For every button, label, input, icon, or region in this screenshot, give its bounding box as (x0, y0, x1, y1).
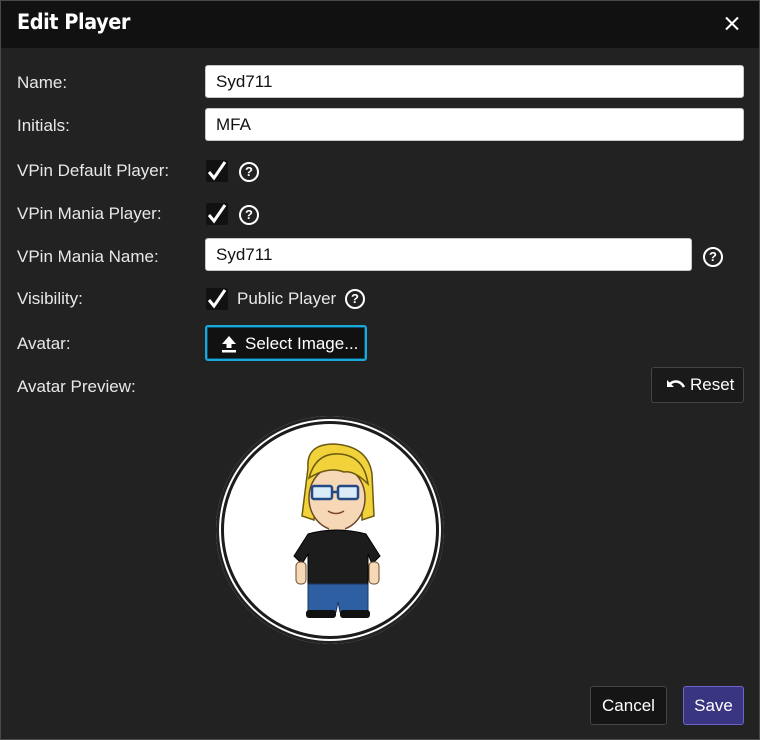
help-icon[interactable]: ? (703, 247, 723, 267)
select-image-label: Select Image... (245, 334, 359, 353)
cancel-button[interactable]: Cancel (590, 686, 667, 725)
vpin-default-player-label: VPin Default Player: (17, 161, 170, 180)
public-player-label: Public Player (237, 289, 337, 308)
close-icon[interactable] (721, 13, 743, 35)
visibility-label: Visibility: (17, 289, 83, 308)
vpin-mania-name-input[interactable]: Syd711 (205, 238, 692, 271)
vpin-mania-name-label: VPin Mania Name: (17, 247, 159, 266)
vpin-mania-player-label: VPin Mania Player: (17, 204, 162, 223)
dialog-title: Edit Player (17, 10, 131, 34)
title-bar: Edit Player (1, 1, 759, 48)
public-player-checkbox[interactable] (206, 288, 228, 310)
edit-player-dialog: Edit Player Name: Syd711 Initials: MFA V… (0, 0, 760, 740)
reset-button[interactable]: Reset (651, 367, 744, 403)
avatar-character-image (293, 443, 381, 618)
avatar-preview (216, 416, 444, 644)
save-label: Save (694, 696, 733, 715)
checkmark-icon (207, 204, 227, 224)
avatar-label: Avatar: (17, 334, 71, 353)
avatar-preview-label: Avatar Preview: (17, 377, 136, 396)
help-icon[interactable]: ? (345, 289, 365, 309)
help-icon[interactable]: ? (239, 205, 259, 225)
upload-icon (222, 336, 236, 353)
help-icon[interactable]: ? (239, 162, 259, 182)
name-label: Name: (17, 73, 68, 92)
select-image-button[interactable]: Select Image... (205, 325, 367, 361)
initials-label: Initials: (17, 116, 70, 135)
checkmark-icon (207, 161, 227, 181)
name-input[interactable]: Syd711 (205, 65, 744, 98)
vpin-mania-player-checkbox[interactable] (206, 203, 228, 225)
checkmark-icon (207, 289, 227, 309)
initials-input[interactable]: MFA (205, 108, 744, 141)
reset-label: Reset (690, 375, 735, 394)
undo-icon (667, 380, 686, 388)
vpin-default-player-checkbox[interactable] (206, 160, 228, 182)
save-button[interactable]: Save (683, 686, 744, 725)
cancel-label: Cancel (602, 696, 655, 715)
